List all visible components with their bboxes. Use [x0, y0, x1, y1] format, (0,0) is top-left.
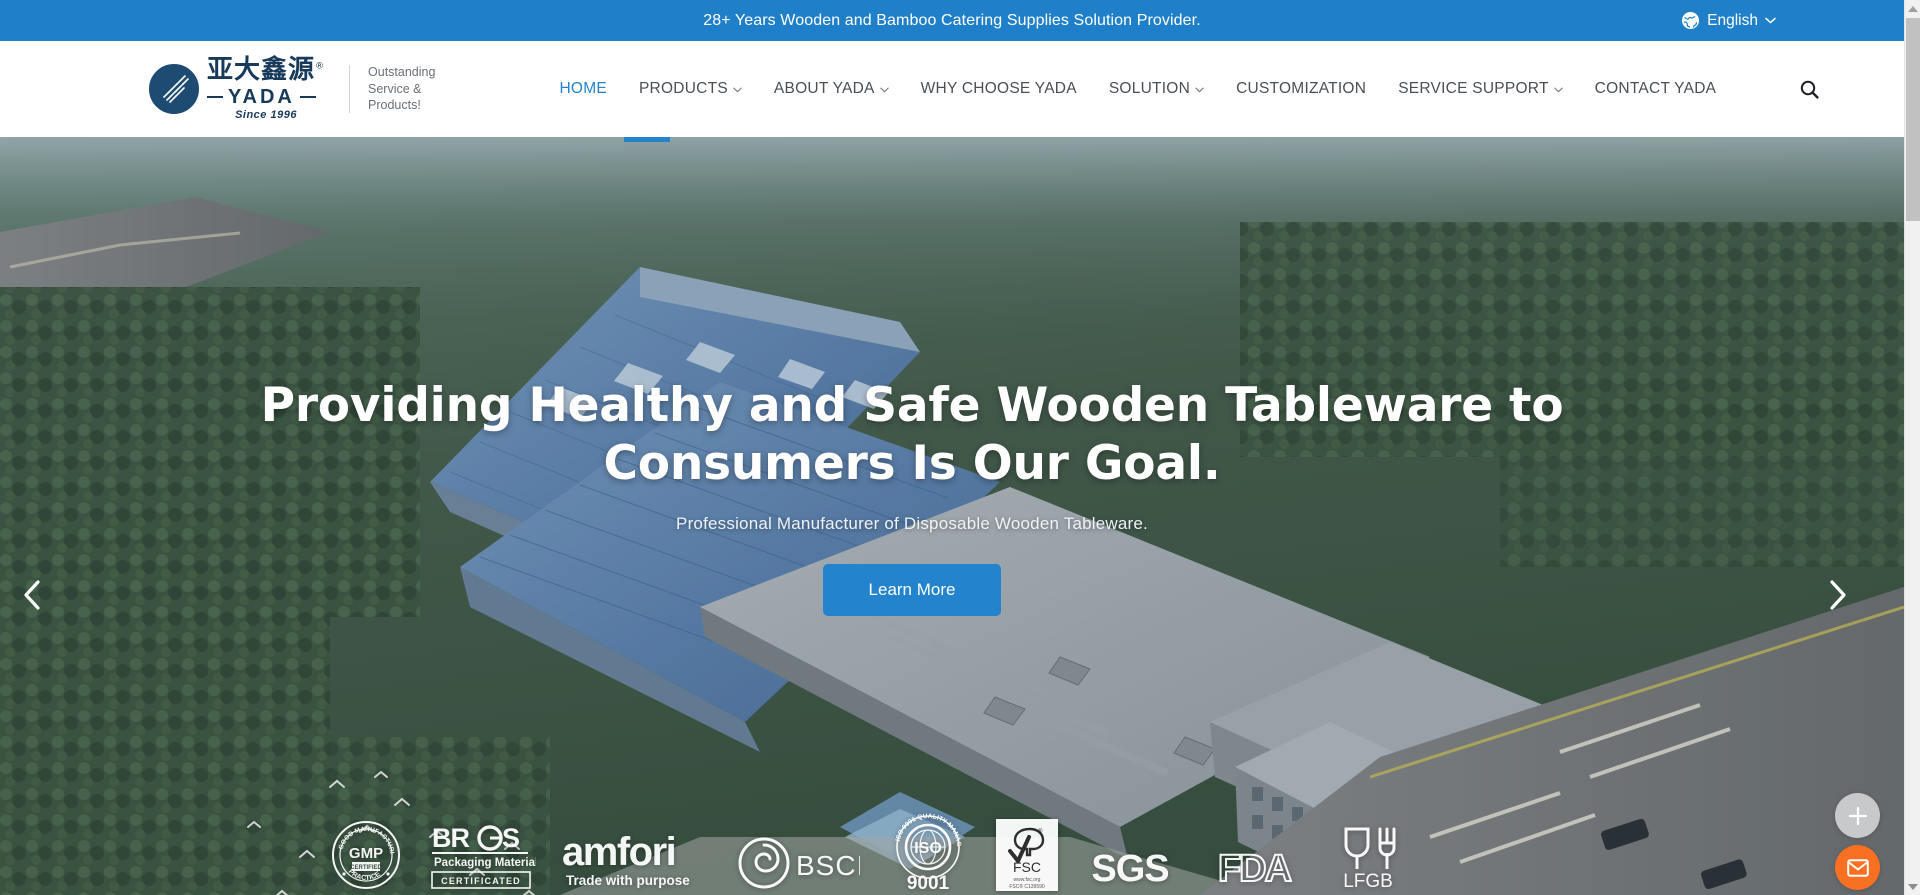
learn-more-button[interactable]: Learn More: [823, 563, 1001, 616]
nav-item-products[interactable]: PRODUCTS: [623, 41, 758, 137]
nav-item-service-support[interactable]: SERVICE SUPPORT: [1382, 41, 1578, 137]
tagline-line-1: Outstanding: [368, 65, 436, 80]
announcement-text: 28+ Years Wooden and Bamboo Catering Sup…: [703, 11, 1201, 29]
nav-item-home[interactable]: HOME: [543, 41, 623, 137]
hero-content: Providing Healthy and Safe Wooden Tablew…: [0, 377, 1904, 616]
svg-text:ISO: ISO: [914, 840, 942, 857]
cert-gmp-icon: GMP CERTIFIED GOOD MANUFACTURING PRACTIC…: [330, 819, 400, 889]
floating-action-buttons: [1835, 793, 1880, 895]
language-selector[interactable]: English: [1681, 0, 1776, 41]
svg-text:LFGB: LFGB: [1343, 871, 1393, 891]
header-divider: [349, 65, 351, 113]
search-icon[interactable]: [1794, 74, 1824, 104]
nav-active-indicator: [624, 137, 670, 142]
svg-text:FDA: FDA: [1218, 848, 1292, 890]
svg-text:GMP: GMP: [349, 845, 383, 862]
certification-strip: GMP CERTIFIED GOOD MANUFACTURING PRACTIC…: [0, 813, 1904, 891]
nav-item-why-choose-yada[interactable]: WHY CHOOSE YADA: [905, 41, 1093, 137]
nav-label: PRODUCTS: [638, 80, 728, 97]
header-tagline: Outstanding Service & Products!: [368, 64, 435, 114]
svg-text:9001: 9001: [907, 873, 950, 891]
carousel-next-button[interactable]: [1814, 571, 1862, 619]
plus-icon: [1848, 806, 1867, 825]
svg-text:amfori: amfori: [562, 830, 675, 874]
hero-title: Providing Healthy and Safe Wooden Tablew…: [260, 378, 1564, 492]
logo-english-name: YADA: [207, 86, 325, 108]
nav-label: SERVICE SUPPORT: [1398, 80, 1549, 97]
hero-carousel: Providing Healthy and Safe Wooden Tablew…: [0, 137, 1904, 895]
chevron-down-icon: [1195, 85, 1204, 93]
nav-label: ABOUT YADA: [773, 80, 875, 97]
nav-label: CUSTOMIZATION: [1236, 80, 1367, 97]
chevron-right-icon: [1830, 580, 1846, 610]
chevron-left-icon: [24, 580, 40, 610]
nav-label: WHY CHOOSE YADA: [920, 80, 1077, 97]
announcement-bar: 28+ Years Wooden and Bamboo Catering Sup…: [0, 0, 1904, 41]
cert-lfgb-icon: LFGB: [1343, 827, 1396, 891]
tagline-line-2: Service &: [368, 81, 422, 96]
svg-text:®: ®: [1038, 828, 1043, 835]
svg-text:Trade with purpose: Trade with purpose: [566, 873, 690, 888]
fab-add-button[interactable]: [1835, 793, 1880, 838]
svg-text:Packaging Materials: Packaging Materials: [434, 857, 536, 869]
scrollbar-thumb[interactable]: [1906, 18, 1920, 221]
cert-amfori-icon: amfori Trade with purpose: [562, 830, 690, 888]
nav-label: SOLUTION: [1108, 80, 1191, 97]
nav-item-customization[interactable]: CUSTOMIZATION: [1220, 41, 1382, 137]
yada-logo-icon: [149, 64, 199, 114]
globe-icon: [1681, 11, 1700, 30]
page-root: 28+ Years Wooden and Bamboo Catering Sup…: [0, 0, 1920, 895]
logo-chinese-name: 亚大鑫源®: [207, 55, 326, 86]
svg-text:BSCI: BSCI: [796, 850, 860, 881]
svg-text:FSC® C139590: FSC® C139590: [1009, 883, 1045, 890]
svg-text:www.fsc.org: www.fsc.org: [1014, 877, 1041, 883]
scrollbar-down-arrow[interactable]: [1905, 878, 1920, 895]
svg-text:SGS: SGS: [1091, 848, 1168, 890]
site-logo[interactable]: 亚大鑫源® YADA Since 1996: [148, 54, 325, 124]
svg-text:CERTIFICATED: CERTIFICATED: [441, 876, 521, 886]
scrollbar-up-arrow[interactable]: [1905, 0, 1920, 17]
logo-since-text: Since 1996: [235, 108, 297, 121]
chevron-down-icon: [1765, 17, 1776, 24]
svg-text:BR: BR: [432, 823, 469, 853]
browser-scrollbar[interactable]: [1904, 0, 1920, 895]
email-icon: [1846, 858, 1869, 877]
site-header: 亚大鑫源® YADA Since 1996 Outstanding Servic…: [0, 41, 1904, 137]
chevron-down-icon: [879, 85, 889, 93]
cert-brcgs-icon: BR S Packaging Materials CERTIFICATED: [431, 823, 536, 889]
fab-email-button[interactable]: [1835, 845, 1880, 890]
tagline-line-3: Products!: [368, 98, 421, 113]
svg-text:FSC: FSC: [1013, 859, 1041, 875]
carousel-prev-button[interactable]: [8, 571, 56, 619]
nav-label: HOME: [559, 80, 607, 97]
svg-text:CERTIFIED: CERTIFIED: [350, 865, 382, 871]
cert-fda-icon: FDA: [1217, 847, 1295, 891]
chevron-down-icon: [733, 85, 742, 93]
language-label: English: [1707, 11, 1758, 29]
cert-fsc-icon: ® FSC www.fsc.org FSC® C139590: [996, 819, 1058, 891]
hero-subtitle: Professional Manufacturer of Disposable …: [676, 513, 1148, 533]
logo-dash-left: [207, 95, 223, 98]
main-navigation: HOME PRODUCTS ABOUT YADA WHY CHOOSE YADA…: [543, 41, 1824, 137]
nav-item-contact-yada[interactable]: CONTACT YADA: [1579, 41, 1733, 137]
nav-label: CONTACT YADA: [1594, 80, 1717, 97]
nav-item-solution[interactable]: SOLUTION: [1093, 41, 1220, 137]
chevron-down-icon: [1553, 85, 1563, 93]
logo-dash-right: [299, 95, 316, 98]
cert-bsci-icon: BSCI: [738, 837, 860, 889]
svg-text:S: S: [502, 823, 520, 853]
nav-item-about-yada[interactable]: ABOUT YADA: [758, 41, 905, 137]
registered-mark: ®: [315, 61, 326, 72]
cert-iso9001-icon: ISO ISO 9001 QUALITY MANAGEMENT 9001: [886, 813, 962, 891]
cert-sgs-icon: SGS: [1091, 848, 1169, 890]
